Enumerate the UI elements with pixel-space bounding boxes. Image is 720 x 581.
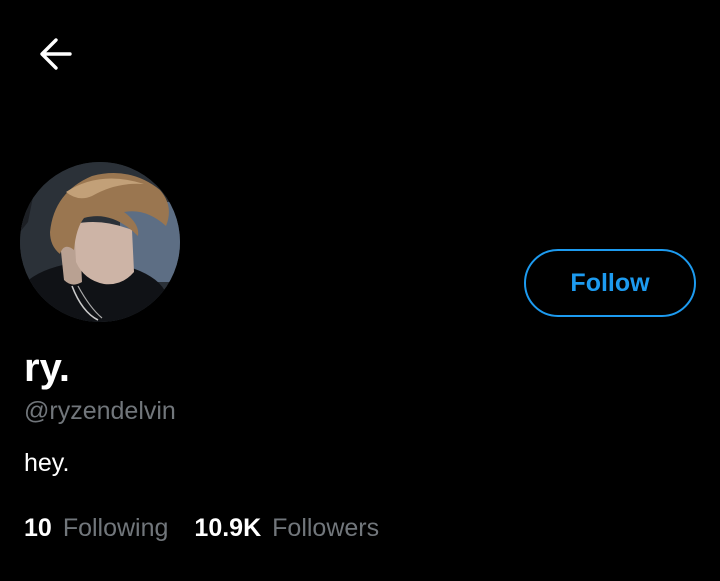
profile-stats: 10 Following 10.9K Followers (24, 513, 379, 543)
avatar[interactable] (20, 162, 180, 322)
arrow-left-icon (40, 38, 72, 70)
follow-button[interactable]: Follow (524, 249, 696, 317)
avatar-image (20, 162, 180, 322)
following-link[interactable]: 10 Following (24, 513, 168, 543)
followers-link[interactable]: 10.9K Followers (194, 513, 379, 543)
back-button[interactable] (30, 32, 82, 76)
following-count: 10 (24, 514, 52, 542)
bio: hey. (24, 449, 70, 477)
followers-label: Followers (272, 514, 380, 542)
following-label: Following (62, 514, 169, 542)
user-handle: @ryzendelvin (24, 397, 176, 425)
followers-count: 10.9K (194, 514, 262, 542)
display-name: ry. (24, 346, 70, 390)
